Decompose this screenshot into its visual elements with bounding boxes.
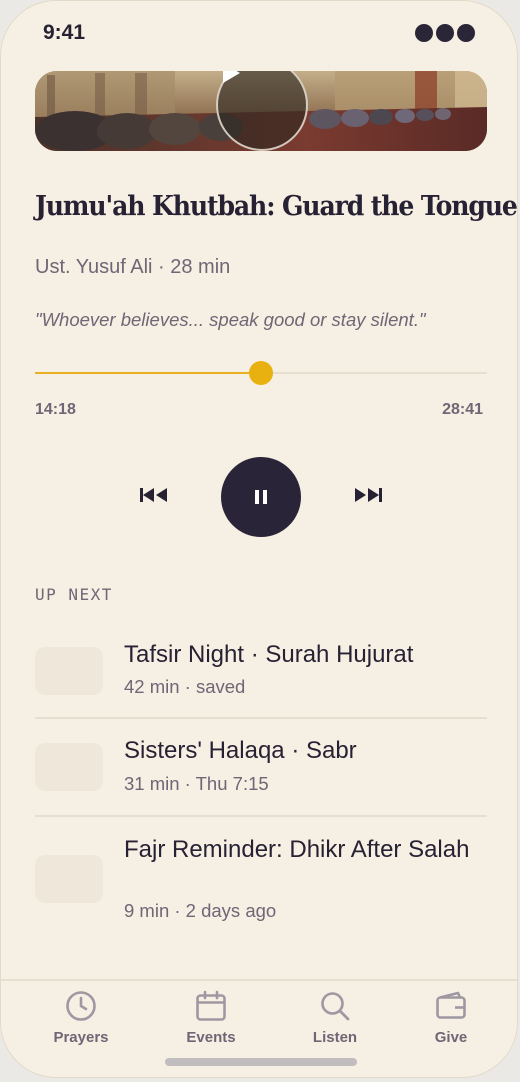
pause-icon	[255, 490, 267, 504]
episode-title: Jumu'ah Khutbah: Guard the Tongue	[35, 191, 517, 222]
list-item-subtitle: 31 min · Thu 7:15	[124, 773, 269, 794]
status-dots-icon	[415, 24, 475, 42]
tab-give[interactable]: Give	[406, 989, 496, 1046]
skip-previous-icon	[140, 488, 167, 502]
play-icon	[223, 71, 240, 83]
status-time: 9:41	[43, 21, 86, 44]
episode-quote: "Whoever believes... speak good or stay …	[35, 309, 426, 330]
search-icon	[321, 992, 350, 1021]
list-item-title: Sisters' Halaqa · Sabr	[124, 737, 357, 764]
wallet-icon	[436, 991, 466, 1019]
tab-label: Give	[434, 1029, 468, 1046]
previous-button[interactable]	[134, 479, 174, 511]
list-item-subtitle: 42 min · saved	[124, 676, 246, 697]
list-divider	[35, 717, 487, 719]
elapsed-time: 14:18	[35, 401, 76, 418]
list-item-sisters-halaqa[interactable]: Sisters' Halaqa · Sabr 31 min · Thu 7:15	[35, 731, 487, 811]
list-item-title: Tafsir Night · Surah Hujurat	[124, 641, 414, 668]
pause-button[interactable]	[221, 457, 301, 537]
progress-thumb[interactable]	[249, 361, 273, 385]
list-item-thumbnail	[35, 647, 103, 695]
tab-events[interactable]: Events	[166, 989, 256, 1046]
tab-label: Listen	[312, 1029, 358, 1046]
list-item-thumbnail	[35, 855, 103, 903]
tab-label: Prayers	[53, 1029, 109, 1046]
list-item-subtitle: 9 min · 2 days ago	[124, 900, 277, 921]
home-indicator	[165, 1058, 357, 1066]
progress-slider[interactable]	[35, 361, 487, 385]
progress-fill	[35, 372, 261, 374]
total-time: 28:41	[442, 401, 483, 418]
tab-prayers[interactable]: Prayers	[36, 989, 126, 1046]
clock-icon	[66, 991, 96, 1021]
calendar-icon	[196, 990, 226, 1021]
tab-label: Events	[186, 1029, 236, 1046]
up-next-heading: UP NEXT	[35, 585, 113, 604]
list-divider	[35, 815, 487, 817]
status-bar: 9:41	[1, 1, 517, 65]
skip-next-icon	[355, 488, 382, 502]
tab-listen[interactable]: Listen	[290, 989, 380, 1046]
hero-image	[35, 71, 487, 151]
list-item-tafsir-night[interactable]: Tafsir Night · Surah Hujurat 42 min · sa…	[35, 635, 487, 715]
phone-frame: 9:41 Jumu'ah Khutbah: Guard the Tongue U…	[0, 0, 518, 1078]
episode-meta: Ust. Yusuf Ali · 28 min	[35, 256, 231, 278]
next-button[interactable]	[348, 479, 388, 511]
list-item-title: Fajr Reminder: Dhikr After Salah	[124, 836, 470, 863]
list-item-fajr-reminder[interactable]: Fajr Reminder: Dhikr After Salah 9 min ·…	[35, 829, 487, 929]
list-item-thumbnail	[35, 743, 103, 791]
